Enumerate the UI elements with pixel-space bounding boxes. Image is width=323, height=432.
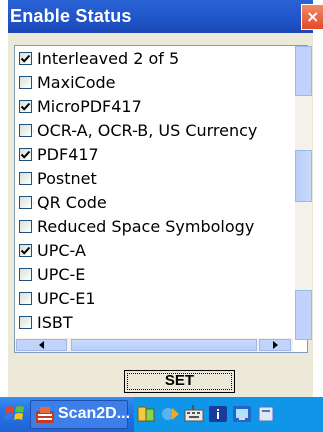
checkbox-unchecked[interactable] (19, 292, 32, 305)
checklist-item-label: ISBT (37, 313, 73, 332)
checklist-item[interactable]: UPC-A (15, 240, 291, 264)
window-title: Enable Status (10, 6, 132, 26)
checklist-item-label: OCR-A, OCR-B, US Currency (37, 121, 258, 140)
checkbox-checked[interactable] (19, 100, 32, 113)
close-button[interactable]: × (301, 4, 323, 30)
checklist-item[interactable]: UPC-E (15, 264, 291, 288)
checklist-item-label: MaxiCode (37, 73, 116, 92)
arrow-left-icon (39, 341, 44, 349)
tray-network-icon[interactable] (136, 404, 156, 424)
horizontal-scrollbar[interactable] (15, 338, 293, 352)
set-button-label: SET (164, 372, 195, 389)
checkbox-unchecked[interactable] (19, 316, 32, 329)
start-icon[interactable] (4, 403, 26, 425)
checkmark-icon (20, 102, 31, 111)
tray-extra-icon[interactable] (256, 404, 276, 424)
checkmark-icon (20, 150, 31, 159)
checklist-item-label: PDF417 (37, 145, 99, 164)
checklist-item[interactable]: ISBT (15, 312, 291, 336)
checklist-item[interactable]: PDF417 (15, 144, 291, 168)
taskbar-app-label: Scan2D... (58, 405, 131, 422)
arrow-right-icon (273, 341, 278, 349)
checkbox-checked[interactable] (19, 52, 32, 65)
set-button[interactable]: SET (124, 370, 235, 393)
checklist-item[interactable]: Postnet (15, 168, 291, 192)
checkbox-unchecked[interactable] (19, 124, 32, 137)
tray-display-icon[interactable] (232, 404, 252, 424)
checklist-item-label: MicroPDF417 (37, 97, 142, 116)
taskbar: Scan2D... (0, 397, 323, 432)
checklist-item[interactable]: QR Code (15, 192, 291, 216)
checkbox-unchecked[interactable] (19, 220, 32, 233)
checklist-item[interactable]: Reduced Space Symbology (15, 216, 291, 240)
checklist-item[interactable]: MaxiCode (15, 72, 291, 96)
tray-keyboard-icon[interactable] (184, 404, 204, 424)
system-tray (134, 397, 323, 432)
checkmark-icon (20, 246, 31, 255)
scroll-up-button[interactable] (295, 46, 312, 96)
checklist-item-label: QR Code (37, 193, 107, 212)
checklist-item-label: Postnet (37, 169, 97, 188)
title-bar: Enable Status (8, 0, 313, 33)
scroll-left-button[interactable] (16, 339, 67, 351)
checkbox-unchecked[interactable] (19, 196, 32, 209)
checklist-item[interactable]: Interleaved 2 of 5 (15, 48, 291, 72)
checklist-item[interactable]: OCR-A, OCR-B, US Currency (15, 120, 291, 144)
taskbar-app-button[interactable]: Scan2D... (30, 400, 131, 429)
vertical-scroll-thumb[interactable] (295, 150, 312, 202)
checkbox-checked[interactable] (19, 148, 32, 161)
checklist-item-label: Interleaved 2 of 5 (37, 49, 180, 68)
vertical-scrollbar[interactable] (295, 46, 312, 340)
scan2d-app-icon (36, 407, 54, 423)
checkbox-unchecked[interactable] (19, 268, 32, 281)
checkbox-checked[interactable] (19, 244, 32, 257)
checkbox-unchecked[interactable] (19, 172, 32, 185)
scroll-down-button[interactable] (295, 290, 312, 340)
checklist-item[interactable]: UPC-E1 (15, 288, 291, 312)
bezel-left (0, 0, 8, 432)
bezel-right (313, 0, 323, 432)
checklist-items: Interleaved 2 of 5 MaxiCode MicroPDF417 OCR… (15, 48, 291, 352)
checklist-item-label: UPC-E1 (37, 289, 96, 308)
checklist-item-label: Reduced Space Symbology (37, 217, 255, 236)
horizontal-scroll-thumb[interactable] (71, 339, 257, 351)
checklist-item-label: UPC-E (37, 265, 86, 284)
tray-info-icon[interactable] (208, 404, 228, 424)
checkmark-icon (20, 54, 31, 63)
tray-app-icon[interactable] (160, 404, 180, 424)
scroll-right-button[interactable] (259, 339, 291, 351)
checklist-item[interactable]: MicroPDF417 (15, 96, 291, 120)
checklist-item-label: UPC-A (37, 241, 86, 260)
symbology-checklist[interactable]: Interleaved 2 of 5 MaxiCode MicroPDF417 OCR… (14, 45, 308, 353)
checkbox-unchecked[interactable] (19, 76, 32, 89)
